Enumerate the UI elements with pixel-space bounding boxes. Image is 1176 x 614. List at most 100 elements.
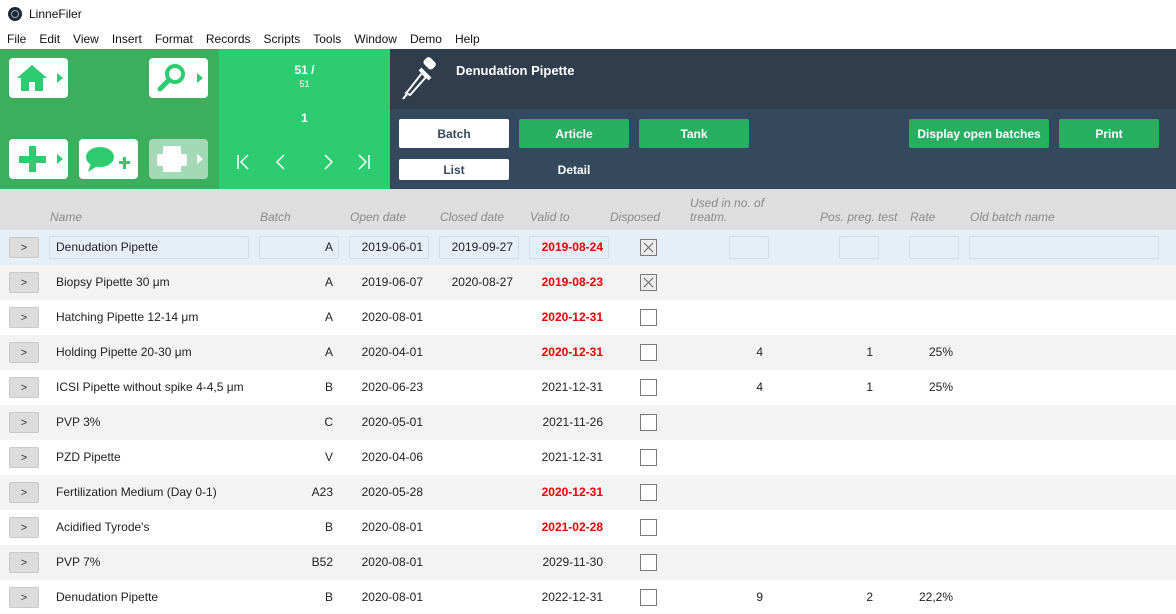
goto-record-button[interactable]: > [9,272,39,293]
cell-valid-to[interactable]: 2020-12-31 [529,300,603,335]
disposed-checkbox[interactable] [640,379,657,396]
cell-name[interactable]: Denudation Pipette [56,580,158,614]
menu-window[interactable]: Window [354,32,397,46]
cell-closed-date[interactable]: 2019-09-27 [439,230,513,265]
cell-valid-to[interactable]: 2021-11-26 [529,405,604,440]
cell-open-date[interactable]: 2020-06-23 [349,370,423,405]
cell-rate[interactable] [909,440,953,475]
menu-records[interactable]: Records [206,32,251,46]
tab-batch[interactable]: Batch [399,119,509,148]
cell-pos-preg-test[interactable] [839,440,873,475]
cell-open-date[interactable]: 2020-08-01 [349,300,423,335]
cell-name[interactable]: Biopsy Pipette 30 μm [56,265,170,300]
cell-name[interactable]: Fertilization Medium (Day 0-1) [56,475,217,510]
goto-record-button[interactable]: > [9,377,39,398]
table-row[interactable]: > Denudation Pipette B 2020-08-01 2022-12-31… [0,580,1176,614]
goto-record-button[interactable]: > [9,412,39,433]
cell-name[interactable]: PVP 3% [56,405,100,440]
cell-closed-date[interactable] [439,300,513,335]
disposed-checkbox[interactable] [640,449,657,466]
cell-batch[interactable]: A [259,230,333,265]
cell-pos-preg-test[interactable] [839,265,873,300]
cell-open-date[interactable]: 2020-08-01 [349,580,423,614]
cell-pos-preg-test[interactable] [839,510,873,545]
disposed-checkbox[interactable] [640,554,657,571]
cell-pos-preg-test[interactable] [839,405,873,440]
cell-batch[interactable]: A [259,335,333,370]
cell-batch[interactable]: V [259,440,333,475]
cell-rate[interactable] [909,510,953,545]
cell-valid-to[interactable]: 2021-02-28 [529,510,603,545]
table-row[interactable]: > Hatching Pipette 12-14 μm A 2020-08-01 202… [0,300,1176,335]
cell-batch[interactable]: A23 [259,475,333,510]
cell-batch[interactable]: C [259,405,333,440]
disposed-checkbox[interactable] [640,274,657,291]
cell-valid-to[interactable]: 2021-12-31 [529,440,603,475]
cell-valid-to[interactable]: 2029-11-30 [529,545,604,580]
tab-tank[interactable]: Tank [639,119,749,148]
cell-batch[interactable]: A [259,265,333,300]
add-comment-button[interactable] [79,139,138,179]
menu-insert[interactable]: Insert [112,32,142,46]
table-row[interactable]: > Holding Pipette 20-30 μm A 2020-04-01 2020… [0,335,1176,370]
subtab-detail[interactable]: Detail [519,159,629,180]
menu-help[interactable]: Help [455,32,480,46]
column-batch[interactable]: Batch [260,210,291,224]
goto-record-button[interactable]: > [9,517,39,538]
column-closed-date[interactable]: Closed date [440,210,504,224]
cell-batch[interactable]: A [259,300,333,335]
cell-closed-date[interactable] [439,335,513,370]
cell-pos-preg-test[interactable] [839,300,873,335]
menu-scripts[interactable]: Scripts [264,32,301,46]
menu-demo[interactable]: Demo [410,32,442,46]
last-record-icon[interactable] [356,153,372,176]
new-record-button[interactable] [9,139,68,179]
cell-closed-date[interactable]: 2020-08-27 [439,265,513,300]
table-row[interactable]: > PVP 7% B52 2020-08-01 2029-11-30 [0,545,1176,580]
cell-closed-date[interactable] [439,545,513,580]
cell-valid-to[interactable]: 2019-08-24 [529,230,603,265]
table-row[interactable]: > PVP 3% C 2020-05-01 2021-11-26 [0,405,1176,440]
goto-record-button[interactable]: > [9,447,39,468]
disposed-checkbox[interactable] [640,414,657,431]
display-open-batches-button[interactable]: Display open batches [909,119,1049,148]
menu-tools[interactable]: Tools [313,32,341,46]
cell-used-count[interactable]: 4 [729,370,763,405]
cell-open-date[interactable]: 2020-05-28 [349,475,423,510]
table-row[interactable]: > Denudation Pipette A 2019-06-01 2019-09-27… [0,230,1176,265]
table-row[interactable]: > Fertilization Medium (Day 0-1) A23 2020-0… [0,475,1176,510]
cell-batch[interactable]: B [259,370,333,405]
disposed-checkbox[interactable] [640,589,657,606]
cell-name[interactable]: PZD Pipette [56,440,121,475]
goto-record-button[interactable]: > [9,587,39,608]
column-old-batch-name[interactable]: Old batch name [970,210,1055,224]
disposed-checkbox[interactable] [640,309,657,326]
disposed-checkbox[interactable] [640,239,657,256]
cell-used-count[interactable] [729,440,763,475]
tab-article[interactable]: Article [519,119,629,148]
cell-pos-preg-test[interactable]: 1 [839,370,873,405]
table-row[interactable]: > ICSI Pipette without spike 4-4,5 μm B 202… [0,370,1176,405]
cell-batch[interactable]: B [259,510,333,545]
cell-rate[interactable]: 22,2% [909,580,953,614]
cell-open-date[interactable]: 2020-04-06 [349,440,423,475]
column-disposed[interactable]: Disposed [610,210,660,224]
cell-batch[interactable]: B [259,580,333,614]
menu-edit[interactable]: Edit [39,32,60,46]
disposed-checkbox[interactable] [640,344,657,361]
column-open-date[interactable]: Open date [350,210,406,224]
home-button[interactable] [9,58,68,98]
cell-closed-date[interactable] [439,405,513,440]
disposed-checkbox[interactable] [640,519,657,536]
cell-used-count[interactable] [729,405,763,440]
cell-valid-to[interactable]: 2020-12-31 [529,475,603,510]
first-record-icon[interactable] [235,153,251,176]
cell-used-count[interactable] [729,545,763,580]
goto-record-button[interactable]: > [9,237,39,258]
cell-name[interactable]: PVP 7% [56,545,100,580]
current-record-number[interactable]: 1 [219,111,390,125]
column-name[interactable]: Name [50,210,82,224]
cell-pos-preg-test[interactable]: 2 [839,580,873,614]
cell-batch[interactable]: B52 [259,545,333,580]
cell-pos-preg-test[interactable]: 1 [839,335,873,370]
